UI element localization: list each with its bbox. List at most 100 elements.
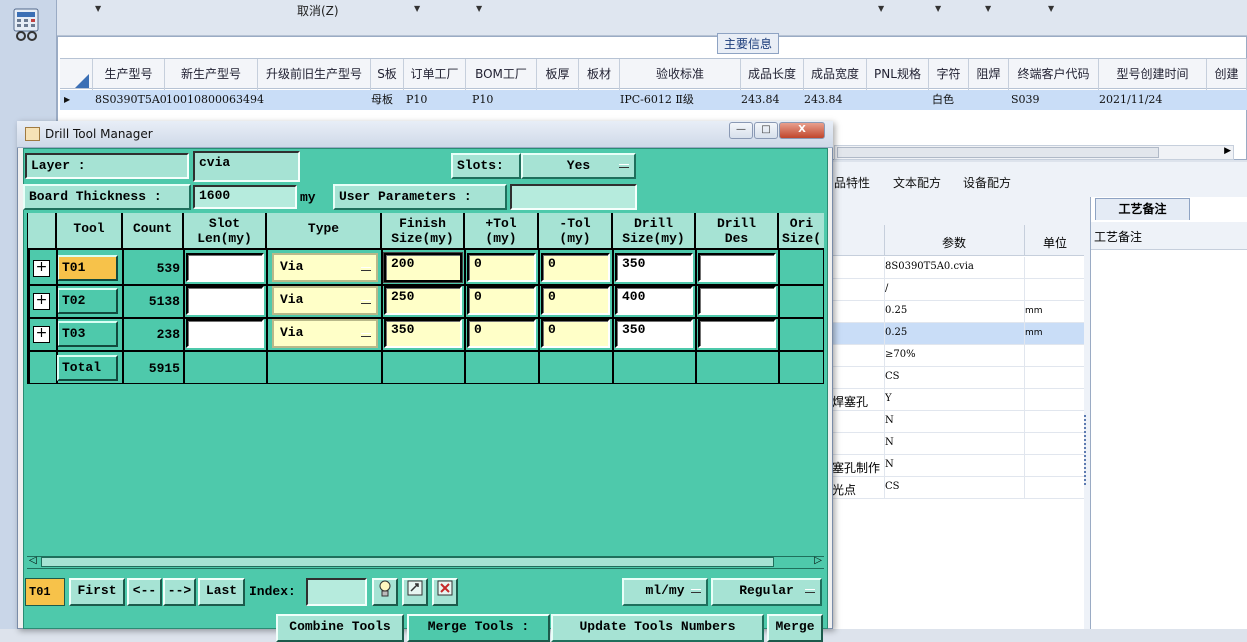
last-button[interactable]: Last xyxy=(198,578,245,606)
column-header[interactable]: 订单工厂 xyxy=(404,59,466,90)
column-header[interactable]: 升级前旧生产型号 xyxy=(258,59,371,90)
merge-button[interactable]: Merge xyxy=(767,614,823,642)
param-row[interactable]: CS xyxy=(832,367,1084,389)
column-header-plus-tol[interactable]: +Tol (my) xyxy=(465,213,539,250)
param-row[interactable]: / xyxy=(832,279,1084,301)
column-header-finish-size[interactable]: Finish Size(my) xyxy=(382,213,465,250)
plus-tol-field[interactable]: 0 xyxy=(467,319,536,348)
scroll-thumb[interactable] xyxy=(837,147,1159,158)
minus-tol-field[interactable]: 0 xyxy=(541,286,610,315)
delete-icon[interactable] xyxy=(432,578,458,606)
param-row[interactable]: 0.25 mm xyxy=(832,323,1084,345)
param-row[interactable]: N xyxy=(832,411,1084,433)
calculator-icon[interactable] xyxy=(12,8,42,42)
maximize-button[interactable]: □ xyxy=(754,122,778,139)
refresh-icon[interactable] xyxy=(402,578,428,606)
dropdown-arrow-icon[interactable]: ▼ xyxy=(414,4,420,13)
column-header[interactable]: S板 xyxy=(371,59,404,90)
column-header[interactable]: PNL规格 xyxy=(867,59,929,90)
drill-des-field[interactable] xyxy=(698,286,776,315)
type-select[interactable]: Via xyxy=(272,253,378,282)
board-thickness-field[interactable]: 1600 xyxy=(193,185,297,209)
table-row[interactable]: ▶ 8S0390T5A0 10010800063494 母板 P10 P10 I… xyxy=(60,90,1247,110)
column-header[interactable]: 字符 xyxy=(929,59,969,90)
column-header[interactable]: 创建 xyxy=(1207,59,1247,90)
slots-select[interactable]: Yes xyxy=(521,153,636,179)
combine-tools-button[interactable]: Combine Tools xyxy=(276,614,404,642)
scroll-right-icon[interactable]: ▶ xyxy=(1224,146,1231,156)
layer-field[interactable]: cvia xyxy=(193,151,300,182)
scroll-left-icon[interactable]: ◁ xyxy=(29,555,37,566)
tool-button[interactable]: T02 xyxy=(57,288,118,314)
drill-size-field[interactable]: 400 xyxy=(615,286,693,315)
dropdown-arrow-icon[interactable]: ▼ xyxy=(935,4,941,13)
update-tools-numbers-select[interactable]: Update Tools Numbers xyxy=(551,614,764,642)
next-button[interactable]: --> xyxy=(163,578,196,606)
param-row[interactable]: N xyxy=(832,433,1084,455)
index-field[interactable] xyxy=(306,578,367,606)
column-header-minus-tol[interactable]: -Tol (my) xyxy=(539,213,613,250)
type-select[interactable]: Via xyxy=(272,286,378,315)
dropdown-arrow-icon[interactable]: ▼ xyxy=(985,4,991,13)
expand-row-icon[interactable]: + xyxy=(33,293,50,310)
column-header-count[interactable]: Count xyxy=(123,213,184,250)
column-header[interactable]: 终端客户代码 xyxy=(1009,59,1099,90)
column-header[interactable]: 型号创建时间 xyxy=(1099,59,1207,90)
units-select[interactable]: ml/my xyxy=(622,578,708,606)
column-header[interactable]: 阻焊 xyxy=(969,59,1009,90)
drill-size-field[interactable]: 350 xyxy=(615,319,693,348)
finish-size-field[interactable]: 200 xyxy=(383,252,463,283)
dropdown-arrow-icon[interactable]: ▼ xyxy=(878,4,884,13)
minus-tol-field[interactable]: 0 xyxy=(541,319,610,348)
cancel-menu-item[interactable]: 取消(Z) xyxy=(297,2,339,19)
tool-button[interactable]: T03 xyxy=(57,321,118,347)
column-header-tool[interactable]: Tool xyxy=(57,213,123,250)
drill-des-field[interactable] xyxy=(698,319,776,348)
first-button[interactable]: First xyxy=(69,578,125,606)
column-header[interactable]: 成品长度 xyxy=(741,59,804,90)
param-row[interactable]: 光点 CS xyxy=(832,477,1084,499)
finish-size-field[interactable]: 350 xyxy=(384,319,462,348)
dropdown-arrow-icon[interactable]: ▼ xyxy=(1048,4,1054,13)
scroll-right-icon[interactable]: ▷ xyxy=(814,555,822,566)
finish-size-field[interactable]: 250 xyxy=(384,286,462,315)
column-header[interactable]: 生产型号 xyxy=(93,59,165,90)
slot-len-field[interactable] xyxy=(186,286,264,315)
mode-select[interactable]: Regular xyxy=(711,578,822,606)
param-row[interactable]: ≥70% xyxy=(832,345,1084,367)
param-row[interactable]: 焊塞孔 Y xyxy=(832,389,1084,411)
user-parameters-field[interactable] xyxy=(510,184,637,210)
drill-size-field[interactable]: 350 xyxy=(615,253,693,282)
column-header[interactable]: 验收标准 xyxy=(620,59,741,90)
splitter-handle[interactable] xyxy=(1084,415,1090,485)
close-button[interactable]: X xyxy=(779,122,825,139)
column-header[interactable]: BOM工厂 xyxy=(466,59,537,90)
type-select[interactable]: Via xyxy=(272,319,378,348)
column-header[interactable]: 成品宽度 xyxy=(804,59,867,90)
tab-product-features[interactable]: 品特性 xyxy=(834,174,870,191)
column-header[interactable]: 新生产型号 xyxy=(165,59,258,90)
minimize-button[interactable]: — xyxy=(729,122,753,139)
lightbulb-icon[interactable] xyxy=(372,578,398,606)
tool-button[interactable]: T01 xyxy=(57,255,118,281)
expand-row-icon[interactable]: + xyxy=(33,326,50,343)
slot-len-field[interactable] xyxy=(186,253,264,282)
scroll-thumb[interactable] xyxy=(41,557,774,567)
column-header-type[interactable]: Type xyxy=(267,213,382,250)
dropdown-arrow-icon[interactable]: ▼ xyxy=(95,4,101,13)
param-row[interactable]: 塞孔制作 N xyxy=(832,455,1084,477)
column-header-ori-size[interactable]: Ori Size( xyxy=(779,213,824,250)
column-header[interactable]: 板材 xyxy=(579,59,620,90)
horizontal-scrollbar[interactable]: ▶ xyxy=(834,145,1234,160)
drill-des-field[interactable] xyxy=(698,253,776,282)
tab-text-recipe[interactable]: 文本配方 xyxy=(893,174,941,191)
param-row[interactable]: 8S0390T5A0.cvia xyxy=(832,257,1084,279)
minus-tol-field[interactable]: 0 xyxy=(541,253,610,282)
plus-tol-field[interactable]: 0 xyxy=(467,286,536,315)
slot-len-field[interactable] xyxy=(186,319,264,348)
column-header-slot-len[interactable]: Slot Len(my) xyxy=(184,213,267,250)
previous-button[interactable]: <-- xyxy=(127,578,162,606)
expand-row-icon[interactable]: + xyxy=(33,260,50,277)
plus-tol-field[interactable]: 0 xyxy=(467,253,536,282)
dropdown-arrow-icon[interactable]: ▼ xyxy=(476,4,482,13)
